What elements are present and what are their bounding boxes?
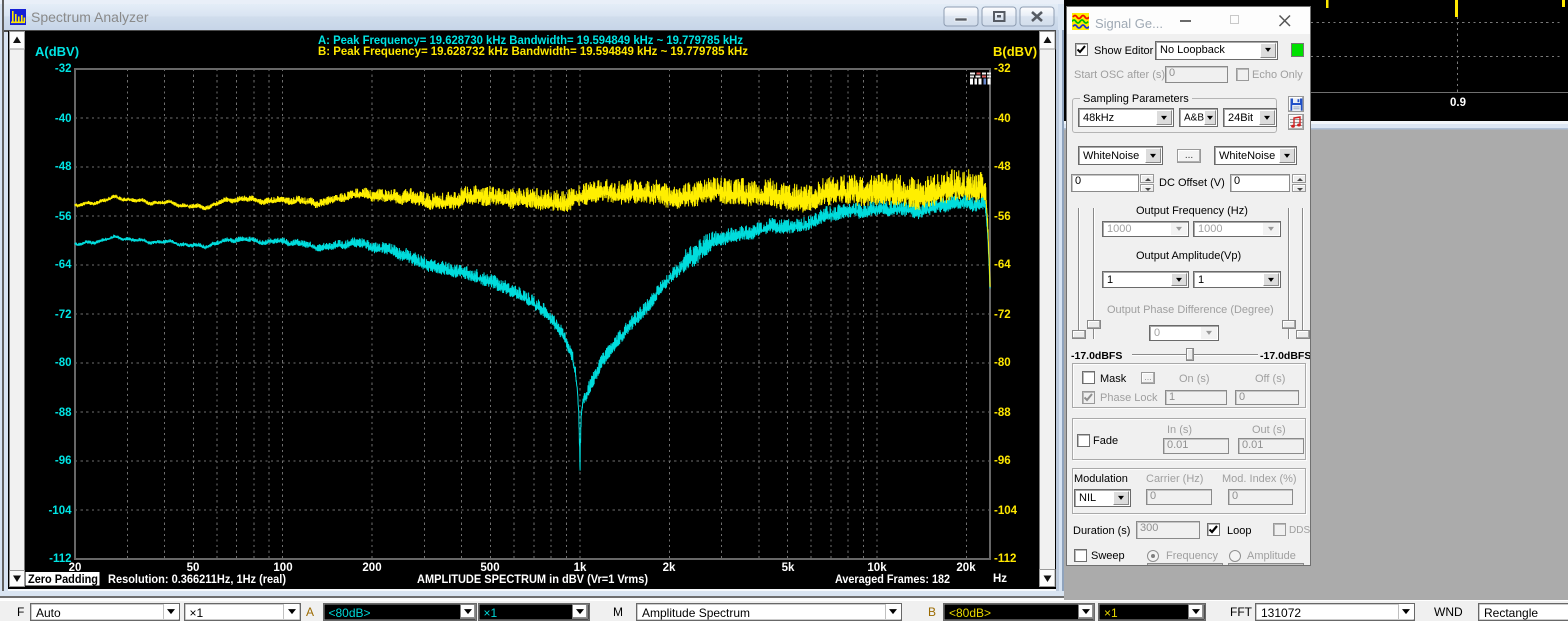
svg-text:Spectrum Analyzer: Spectrum Analyzer	[31, 9, 149, 25]
svg-text:100: 100	[273, 562, 292, 574]
svg-text:20k: 20k	[956, 562, 976, 574]
svg-text:-40: -40	[55, 113, 72, 125]
svg-text:B: Peak Frequency= 19.628732: B: Peak Frequency= 19.628732 kHz Bandwid…	[318, 44, 748, 58]
svg-text:-40: -40	[994, 113, 1011, 125]
svg-text:Hz: Hz	[993, 573, 1007, 585]
svg-text:AMPLITUDE SPECTRUM in dBV (Vr=: AMPLITUDE SPECTRUM in dBV (Vr=1 Vrms)	[417, 574, 648, 586]
svg-text:500: 500	[480, 562, 499, 574]
svg-text:Zero Padding: Zero Padding	[28, 574, 98, 586]
svg-text:-56: -56	[994, 211, 1011, 223]
svg-text:-32: -32	[994, 63, 1011, 75]
svg-text:-56: -56	[55, 211, 72, 223]
svg-text:-80: -80	[55, 357, 72, 369]
svg-text:5k: 5k	[782, 562, 795, 574]
svg-text:-88: -88	[994, 407, 1011, 419]
svg-text:-104: -104	[994, 505, 1018, 517]
svg-text:-96: -96	[994, 455, 1011, 467]
svg-text:A(dBV): A(dBV)	[35, 44, 79, 59]
svg-text:50: 50	[187, 562, 200, 574]
svg-text:-72: -72	[994, 309, 1011, 321]
svg-text:-64: -64	[994, 259, 1011, 271]
svg-text:-96: -96	[55, 455, 72, 467]
svg-text:-32: -32	[55, 63, 72, 75]
svg-text:-48: -48	[994, 161, 1011, 173]
svg-text:B(dBV): B(dBV)	[993, 44, 1037, 59]
svg-text:Resolution: 0.366211Hz, 1Hz (r: Resolution: 0.366211Hz, 1Hz (real)	[108, 574, 286, 586]
svg-text:1k: 1k	[574, 562, 587, 574]
svg-text:10k: 10k	[867, 562, 887, 574]
svg-text:-104: -104	[48, 505, 72, 517]
svg-text:-88: -88	[55, 407, 72, 419]
svg-text:Averaged Frames: 182: Averaged Frames: 182	[835, 574, 950, 586]
svg-text:-72: -72	[55, 309, 72, 321]
svg-text:200: 200	[362, 562, 381, 574]
svg-text:2k: 2k	[663, 562, 676, 574]
svg-text:-112: -112	[994, 553, 1016, 565]
svg-text:-80: -80	[994, 357, 1011, 369]
svg-text:0.9: 0.9	[1450, 97, 1466, 109]
svg-text:-64: -64	[55, 259, 72, 271]
svg-text:-48: -48	[55, 161, 72, 173]
